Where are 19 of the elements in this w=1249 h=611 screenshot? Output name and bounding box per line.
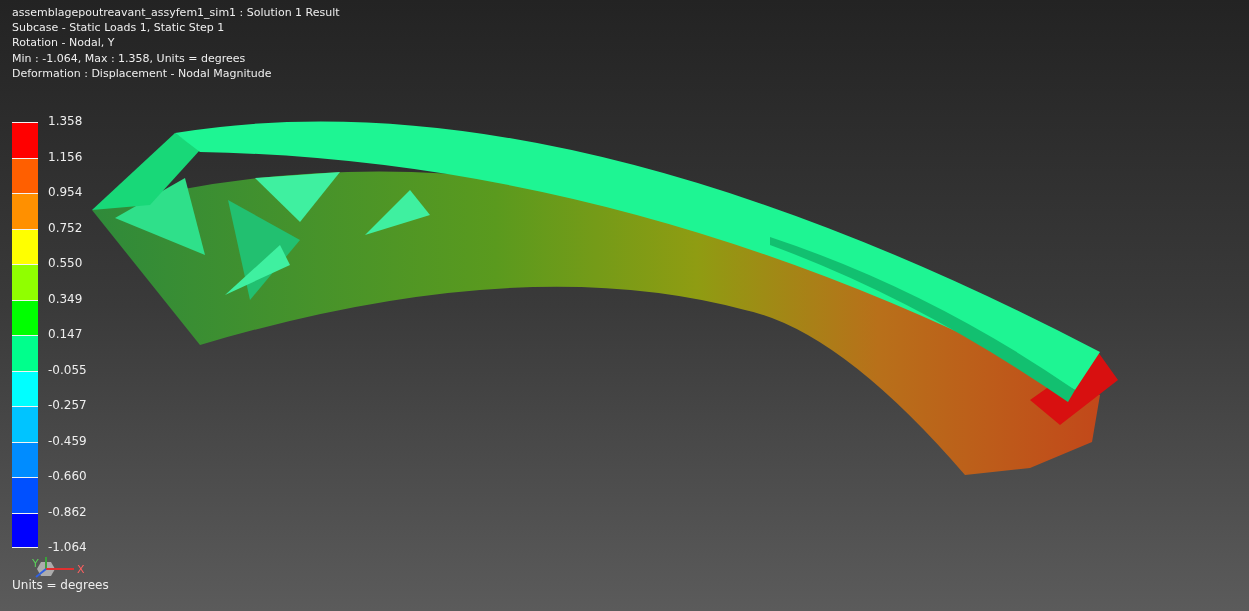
scale-value: -0.862 (48, 504, 87, 519)
scale-value: 0.752 (48, 220, 83, 235)
scale-value: 0.349 (48, 291, 83, 306)
units-label: Units = degrees (12, 578, 109, 592)
result-info-text: Rotation - Nodal, Y (12, 35, 116, 51)
scale-value: 0.954 (48, 185, 83, 200)
scale-value: 0.550 (48, 256, 83, 271)
result-info-text: assemblagepoutreavant_assyfem1_sim1 : Solution 1 Result (12, 5, 340, 21)
scale-value: -0.459 (48, 433, 87, 448)
scale-value: 0.147 (48, 327, 83, 342)
result-info-text: Min : -1.064, Max : 1.358, Units = degrees (12, 50, 247, 66)
scale-value: -0.660 (48, 469, 87, 484)
result-info-text: Subcase - Static Loads 1, Static Step 1 (12, 20, 226, 36)
scale-value: 1.358 (48, 114, 83, 129)
scale-value: -0.055 (48, 362, 87, 377)
scale-value: 1.156 (48, 149, 83, 164)
result-info-text: Deformation : Displacement - Nodal Magnitude (12, 65, 273, 81)
scale-value: -0.257 (48, 398, 87, 413)
scale-value: -1.064 (48, 540, 87, 555)
